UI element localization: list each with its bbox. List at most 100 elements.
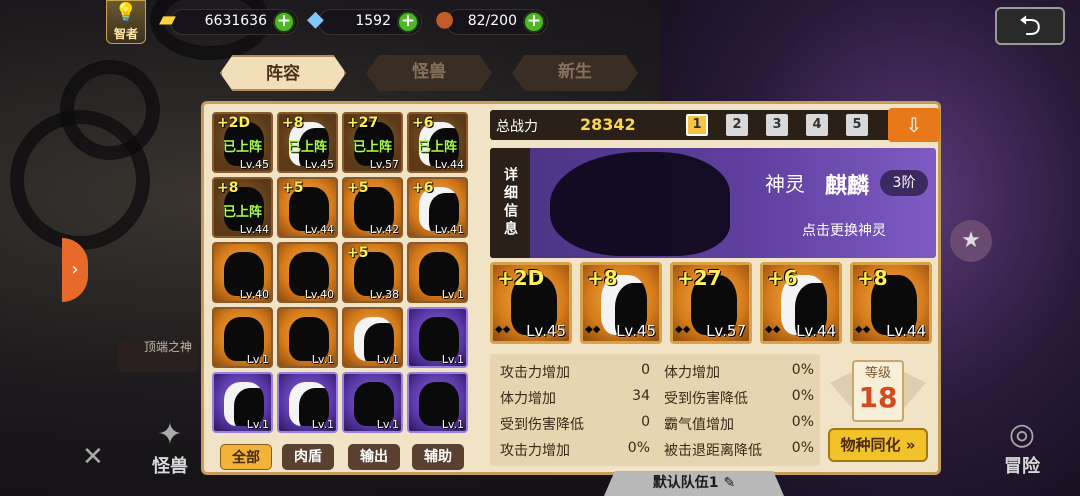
bulb-icon: 💡	[114, 2, 138, 23]
star-level: +27	[677, 266, 722, 290]
monster-level: Lv.44	[304, 223, 334, 236]
pencil-icon: ✎	[723, 475, 736, 491]
nav-adventure-label: 冒险	[1004, 456, 1040, 477]
diamond-pattern-icon: ◆◆	[675, 324, 691, 335]
monster-card[interactable]: +5 Lv.44	[277, 177, 338, 238]
star-level: +6	[412, 115, 434, 131]
monster-card[interactable]: +5 Lv.38	[342, 242, 403, 303]
team-member-card[interactable]: +2D ◆◆ Lv.45	[490, 262, 572, 344]
tab-rebirth[interactable]: 新生	[512, 55, 638, 91]
stat-value: 0%	[791, 440, 814, 456]
side-event-label: 顶端之神	[143, 340, 192, 354]
monster-card[interactable]: Lv.1	[212, 372, 273, 433]
team-slot-5[interactable]: 5	[846, 114, 868, 136]
monster-card[interactable]: Lv.1	[342, 307, 403, 368]
stat-label: 体力增加	[664, 365, 720, 381]
nav-cross-icon[interactable]: ✕	[82, 440, 104, 474]
nav-monsters[interactable]: ✦ 怪兽	[152, 418, 188, 478]
monster-card[interactable]: Lv.1	[407, 242, 468, 303]
team-slot-3[interactable]: 3	[766, 114, 788, 136]
stat-value: 34	[632, 388, 650, 404]
total-power-label: 总战力	[496, 119, 538, 135]
gold-value: 6631636	[204, 13, 267, 29]
monster-card[interactable]: Lv.1	[277, 372, 338, 433]
monster-level: Lv.1	[376, 418, 399, 431]
stamina-value: 82/200	[467, 13, 517, 29]
back-button[interactable]: ⮌	[995, 7, 1065, 45]
monster-card[interactable]: +27 已上阵 Lv.57	[342, 112, 403, 173]
gold-icon: ▰	[159, 7, 176, 32]
side-event-button[interactable]: 顶端之神	[118, 340, 198, 372]
wing-right-decoration	[904, 372, 926, 408]
god-type: 神灵	[765, 172, 805, 196]
stat-value: 0%	[627, 440, 650, 456]
monster-card[interactable]: Lv.1	[212, 307, 273, 368]
stats-table: 攻击力增加 0 体力增加 0% 体力增加 34 受到伤害降低 0% 受到伤害降低…	[490, 354, 820, 466]
monster-card[interactable]: Lv.1	[407, 372, 468, 433]
deployed-label: 已上阵	[417, 140, 457, 155]
deployed-label: 已上阵	[287, 140, 327, 155]
detail-info-button[interactable]: 详细信息	[490, 148, 530, 258]
tab-lineup[interactable]: 阵容	[220, 55, 346, 91]
nav-adventure[interactable]: ◎ 冒险	[1004, 418, 1040, 478]
title-badge[interactable]: 💡 智者	[106, 0, 146, 44]
lineup-panel: +2D 已上阵 Lv.45 +8 已上阵 Lv.45 +27 已上阵 Lv.57 +6 已上阵 Lv.…	[201, 101, 941, 475]
monster-card[interactable]: Lv.1	[407, 307, 468, 368]
stat-label: 攻击力增加	[500, 365, 570, 381]
filter-support[interactable]: 辅助	[412, 444, 464, 470]
monster-card[interactable]: Lv.40	[212, 242, 273, 303]
filter-all[interactable]: 全部	[220, 444, 272, 470]
add-gold-button[interactable]: +	[273, 11, 295, 33]
stat-value: 0%	[791, 414, 814, 430]
badge-label: 智者	[113, 27, 138, 41]
species-sync-button[interactable]: 物种同化 »	[828, 428, 928, 462]
stat-value: 0	[641, 362, 650, 378]
add-stamina-button[interactable]: +	[523, 11, 545, 33]
monster-level: Lv.1	[311, 353, 334, 366]
monster-card[interactable]: Lv.1	[342, 372, 403, 433]
team-member-card[interactable]: +8 ◆◆ Lv.44	[850, 262, 932, 344]
stat-value: 0%	[791, 388, 814, 404]
qilin-artwork	[550, 152, 730, 256]
monster-card[interactable]: +8 已上阵 Lv.45	[277, 112, 338, 173]
monster-level: Lv.45	[304, 158, 334, 171]
gem-value: 1592	[355, 13, 391, 29]
monster-card[interactable]: +6 Lv.41	[407, 177, 468, 238]
filter-tank[interactable]: 肉盾	[282, 444, 334, 470]
stat-label: 被击退距离降低	[664, 443, 762, 459]
team-member-card[interactable]: +8 ◆◆ Lv.45	[580, 262, 662, 344]
swap-team-button[interactable]: ⇩	[888, 108, 940, 142]
team-member-card[interactable]: +6 ◆◆ Lv.44	[760, 262, 842, 344]
monster-card[interactable]: Lv.40	[277, 242, 338, 303]
monster-card[interactable]: +8 已上阵 Lv.44	[212, 177, 273, 238]
team-slot-4[interactable]: 4	[806, 114, 828, 136]
diamond-pattern-icon: ◆◆	[495, 324, 511, 335]
total-power-value: 28342	[580, 115, 636, 134]
stat-value: 0%	[791, 362, 814, 378]
monster-level: Lv.1	[441, 353, 464, 366]
team-name: 默认队伍1	[652, 475, 719, 491]
monster-level: Lv.57	[706, 322, 746, 340]
team-member-card[interactable]: +27 ◆◆ Lv.57	[670, 262, 752, 344]
team-slot-1[interactable]: 1	[686, 114, 708, 136]
level-label: 等级	[864, 366, 891, 381]
monster-card[interactable]: Lv.1	[277, 307, 338, 368]
star-level: +6	[767, 266, 798, 290]
monster-level: Lv.1	[376, 353, 399, 366]
monster-card[interactable]: +5 Lv.42	[342, 177, 403, 238]
gem-icon: ◆	[307, 7, 324, 32]
level-display: 等级 18	[830, 360, 926, 422]
double-chevron-icon: »	[905, 436, 916, 454]
add-gem-button[interactable]: +	[397, 11, 419, 33]
star-level: +5	[282, 180, 304, 196]
meat-icon: ●	[435, 7, 455, 32]
team-slot-2[interactable]: 2	[726, 114, 748, 136]
back-arrow-icon: ⮌	[1018, 9, 1042, 42]
monster-card[interactable]: +2D 已上阵 Lv.45	[212, 112, 273, 173]
monster-card[interactable]: +6 已上阵 Lv.44	[407, 112, 468, 173]
god-banner[interactable]: 详细信息 神灵 麒麟 3阶 点击更换神灵	[490, 148, 936, 258]
tab-monsters[interactable]: 怪兽	[366, 55, 492, 91]
star-level: +2D	[497, 266, 545, 290]
team-name-tab[interactable]: 默认队伍1 ✎	[604, 471, 784, 496]
filter-dps[interactable]: 输出	[348, 444, 400, 470]
